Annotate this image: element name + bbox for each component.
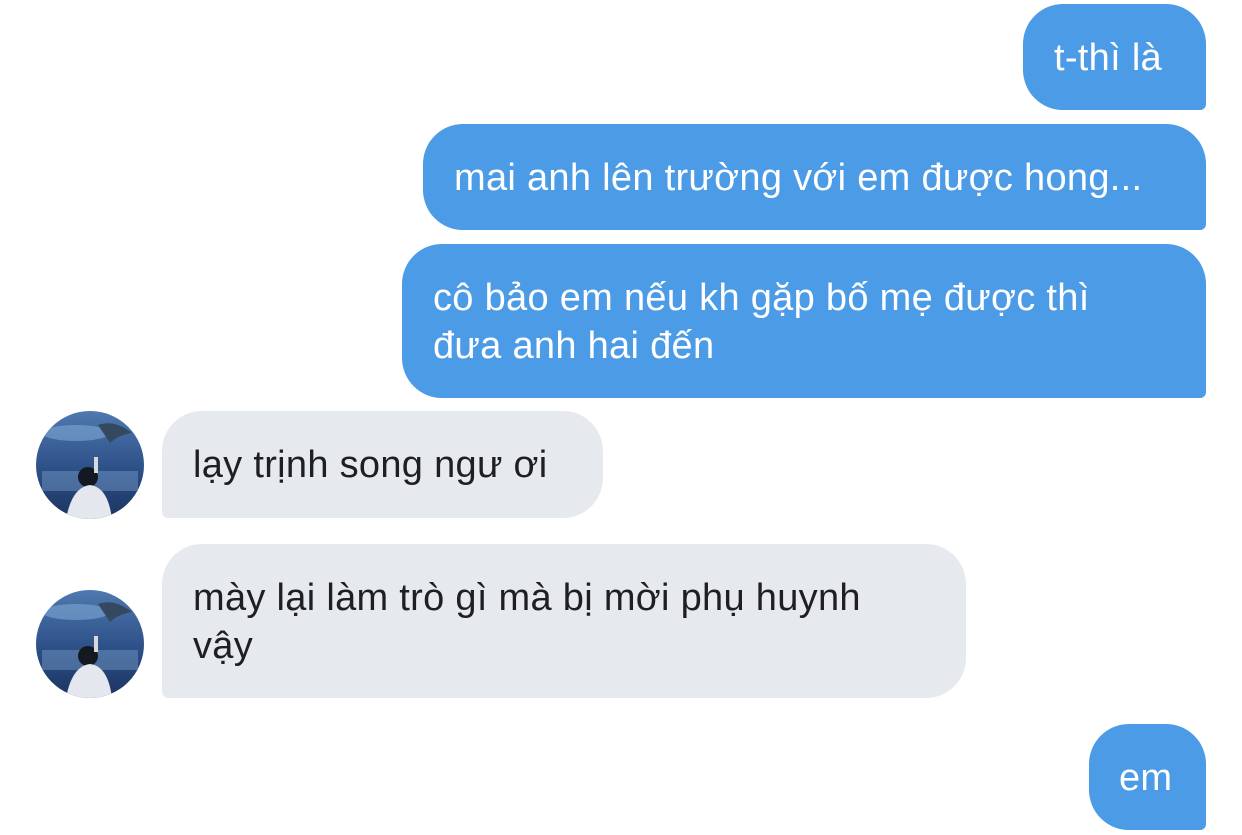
message-text-line: cô bảo em nếu kh gặp bố mẹ được thì (433, 277, 1090, 319)
message-text: mai anh lên trường với em được hong... (454, 157, 1143, 199)
contact-avatar[interactable] (36, 411, 144, 519)
message-text: t-thì là (1054, 37, 1162, 79)
outgoing-message-bubble[interactable]: em (1089, 724, 1206, 830)
outgoing-message-bubble[interactable]: cô bảo em nếu kh gặp bố mẹ được thì đưa … (402, 244, 1206, 398)
outgoing-message-bubble[interactable]: t-thì là (1023, 4, 1206, 110)
message-text: lạy trịnh song ngư ơi (193, 444, 548, 486)
message-text-line: mày lại làm trò gì mà bị mời phụ huynh (193, 577, 861, 619)
outgoing-message-bubble[interactable]: mai anh lên trường với em được hong... (423, 124, 1206, 230)
incoming-message-bubble[interactable]: lạy trịnh song ngư ơi (162, 411, 603, 518)
message-text-line: đưa anh hai đến (433, 325, 715, 367)
incoming-message-bubble[interactable]: mày lại làm trò gì mà bị mời phụ huynh v… (162, 544, 966, 698)
contact-avatar[interactable] (36, 590, 144, 698)
message-text: em (1119, 757, 1173, 799)
message-text-line: vậy (193, 625, 254, 667)
